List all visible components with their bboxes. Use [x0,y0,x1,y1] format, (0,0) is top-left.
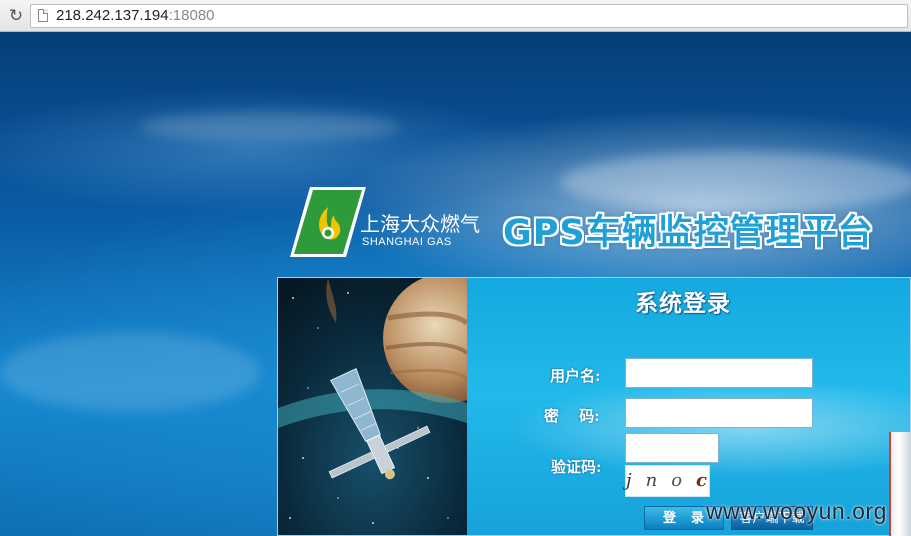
browser-address-bar: ↻ 218.242.137.194:18080 [0,0,911,32]
cloud-decoration [0,332,260,412]
url-field[interactable]: 218.242.137.194:18080 [30,4,908,28]
watermark: www.wooyun.org [706,498,887,524]
company-name-cn: 上海大众燃气 [360,212,480,236]
page-icon [38,9,48,22]
cloud-decoration [560,152,911,212]
password-input[interactable] [625,398,813,428]
reload-icon[interactable]: ↻ [6,6,26,26]
url-host: 218.242.137.194 [56,7,169,24]
username-input[interactable] [625,358,813,388]
captcha-char: o [671,470,683,491]
captcha-label: 验证码: [551,458,602,476]
login-form: 系统登录 用户名: 密 码: 验证码: jnoc 登 录 客户端下载 [467,278,910,535]
platform-title: GPS车辆监控管理平台 [503,213,874,253]
cloud-decoration [140,112,400,142]
satellite-illustration [278,278,467,535]
login-title: 系统登录 [635,291,731,317]
page-background: 上海大众燃气 SHANGHAI GAS GPS车辆监控管理平台 系统登录 用户名… [0,32,911,536]
captcha-image[interactable]: jnoc [625,465,710,497]
password-label: 密 码: [544,407,600,425]
username-label: 用户名: [550,367,601,385]
captcha-char: j [626,470,632,491]
url-port: :18080 [168,7,215,24]
captcha-input[interactable] [625,433,719,463]
company-name-en: SHANGHAI GAS [362,236,452,248]
url-text: 218.242.137.194:18080 [56,7,215,25]
captcha-char: n [645,470,658,491]
captcha-char: c [696,470,707,491]
side-document-decoration [889,432,911,536]
shanghai-gas-logo-icon [290,187,366,257]
